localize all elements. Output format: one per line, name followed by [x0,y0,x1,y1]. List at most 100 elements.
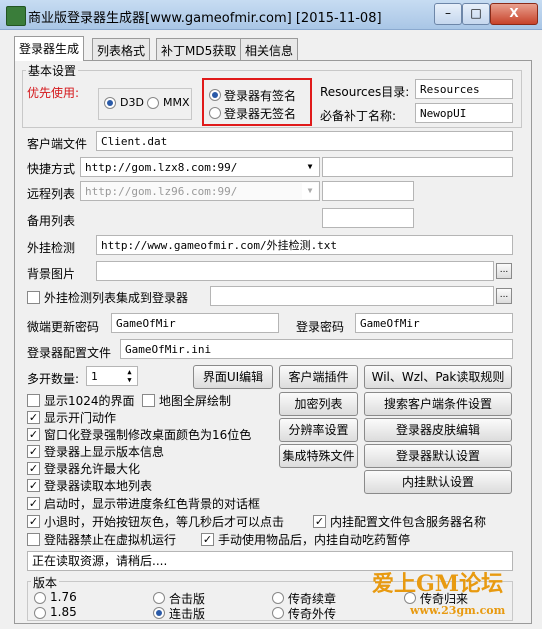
client-plugin-button[interactable]: 客户端插件 [279,365,358,389]
title-bar: 商业版登录器生成器[www.gameofmir.com] [2015-11-08… [0,0,542,30]
micro-pwd-label: 微端更新密码 [27,320,100,334]
win16-checkbox[interactable]: ✓ [27,428,40,441]
remote-list-value: http://gom.lz96.com:99/ [85,185,238,198]
integrate-label: 外挂检测列表集成到登录器 [44,291,189,305]
client-file-input[interactable]: Client.dat [96,131,513,151]
chuanqi-wai-label: 传奇外传 [288,607,337,621]
tab-patch-md5[interactable]: 补丁MD5获取 [156,38,242,60]
config-file-label: 登录器配置文件 [27,346,112,360]
gray-btn-checkbox[interactable]: ✓ [27,515,40,528]
backup-list-input[interactable] [322,208,414,228]
shortcut-combo[interactable]: http://gom.lzx8.com:99/ ▼ [80,157,320,177]
win16-label: 窗口化登录强制修改桌面颜色为16位色 [44,428,252,442]
chevron-down-icon[interactable]: ▼ [302,183,318,199]
minimize-button[interactable]: – [434,3,462,25]
manual-item-label: 手动使用物品后，内挂自动吃药暂停 [218,533,411,547]
chevron-down-icon[interactable]: ▼ [302,159,318,175]
encrypt-list-button[interactable]: 加密列表 [279,392,358,416]
open-anim-checkbox[interactable]: ✓ [27,411,40,424]
liandi-label: 连击版 [169,607,206,621]
tab-info[interactable]: 相关信息 [240,38,299,60]
mapfull-checkbox[interactable] [142,394,155,407]
window-title: 商业版登录器生成器[www.gameofmir.com] [2015-11-08… [28,11,382,26]
multi-value: 1 [91,370,98,383]
tab-list-format[interactable]: 列表格式 [92,38,151,60]
signed-radio[interactable] [209,89,221,101]
resolution-button[interactable]: 分辨率设置 [279,418,358,442]
d3d-label: D3D [120,96,144,109]
shortcut-extra-input[interactable] [322,157,513,177]
ui-edit-button[interactable]: 界面UI编辑 [193,365,273,389]
bg-image-label: 背景图片 [27,267,76,281]
micro-pwd-input[interactable]: GameOfMir [111,313,279,333]
c1024-label: 显示1024的界面 [44,394,135,408]
maximize-button[interactable]: □ [462,3,490,25]
special-file-button[interactable]: 集成特殊文件 [279,444,358,468]
patch-label: 必备补丁名称: [320,109,397,123]
remote-list-label: 远程列表 [27,187,76,201]
show-ver-checkbox[interactable]: ✓ [27,445,40,458]
signed-label: 登录器有签名 [224,89,297,103]
manual-item-checkbox[interactable]: ✓ [201,533,214,546]
login-pwd-input[interactable]: GameOfMir [355,313,513,333]
mmx-radio[interactable] [147,97,159,109]
chuanqi-wai-radio[interactable] [272,607,284,619]
tab-generator[interactable]: 登录器生成 [14,36,85,61]
close-button[interactable]: X [490,3,538,25]
wil-rule-button[interactable]: Wil、Wzl、Pak读取规则 [364,365,512,389]
unsigned-label: 登录器无签名 [224,107,297,121]
app-icon [6,6,26,26]
open-anim-label: 显示开门动作 [44,411,117,425]
skin-edit-button[interactable]: 登录器皮肤编辑 [364,418,512,442]
backup-list-label: 备用列表 [27,214,76,228]
no-vm-label: 登陆器禁止在虚拟机运行 [44,533,177,547]
mapfull-label: 地图全屏绘制 [159,394,232,408]
resources-input[interactable]: Resources [415,79,513,99]
progress-dlg-checkbox[interactable]: ✓ [27,497,40,510]
login-pwd-label: 登录密码 [296,320,345,334]
v176-radio[interactable] [34,592,46,604]
search-client-button[interactable]: 搜索客户端条件设置 [364,392,512,416]
basic-settings-label: 基本设置 [26,62,79,79]
multi-stepper[interactable]: 1 ▲ ▼ [86,366,138,386]
version-label: 版本 [31,574,60,591]
show-ver-label: 登录器上显示版本信息 [44,445,165,459]
mmx-label: MMX [163,96,190,109]
integrate-input[interactable] [210,286,494,306]
maximize-label: 登录器允许最大化 [44,462,141,476]
stepper-arrows-icon[interactable]: ▲ ▼ [123,368,136,384]
gray-btn-label: 小退时，开始按钮灰色，等几秒后才可以点击 [44,515,285,529]
heji-radio[interactable] [153,592,165,604]
progress-dlg-label: 启动时，显示带进度条红色背景的对话框 [44,497,261,511]
multi-label: 多开数量: [27,372,80,386]
resources-label: Resources目录: [320,85,410,99]
server-name-checkbox[interactable]: ✓ [313,515,326,528]
config-file-input[interactable]: GameOfMir.ini [120,339,513,359]
chuanqi-xu-radio[interactable] [272,592,284,604]
no-vm-checkbox[interactable] [27,533,40,546]
cheat-detect-label: 外挂检测 [27,241,76,255]
bg-image-input[interactable] [96,261,494,281]
default-login-button[interactable]: 登录器默认设置 [364,444,512,468]
unsigned-radio[interactable] [209,107,221,119]
maximize-checkbox[interactable]: ✓ [27,462,40,475]
v185-radio[interactable] [34,607,46,619]
liandi-radio[interactable] [153,607,165,619]
default-plugin-button[interactable]: 内挂默认设置 [364,470,512,494]
c1024-checkbox[interactable] [27,394,40,407]
remote-list-extra-input[interactable] [322,181,414,201]
cheat-detect-input[interactable]: http://www.gameofmir.com/外挂检测.txt [96,235,513,255]
watermark-url: www.23gm.com [410,604,506,617]
shortcut-value: http://gom.lzx8.com:99/ [85,161,238,174]
bg-image-browse-button[interactable]: ... [496,263,512,279]
v176-label: 1.76 [50,590,77,604]
watermark-logo: 爱上GM论坛 [372,571,504,597]
integrate-browse-button[interactable]: ... [496,288,512,304]
integrate-checkbox[interactable] [27,291,40,304]
local-list-label: 登录器读取本地列表 [44,479,153,493]
patch-input[interactable]: NewopUI [415,103,513,123]
local-list-checkbox[interactable]: ✓ [27,479,40,492]
remote-list-combo[interactable]: http://gom.lz96.com:99/ ▼ [80,181,320,201]
d3d-radio[interactable] [104,97,116,109]
server-name-label: 内挂配置文件包含服务器名称 [330,515,487,529]
